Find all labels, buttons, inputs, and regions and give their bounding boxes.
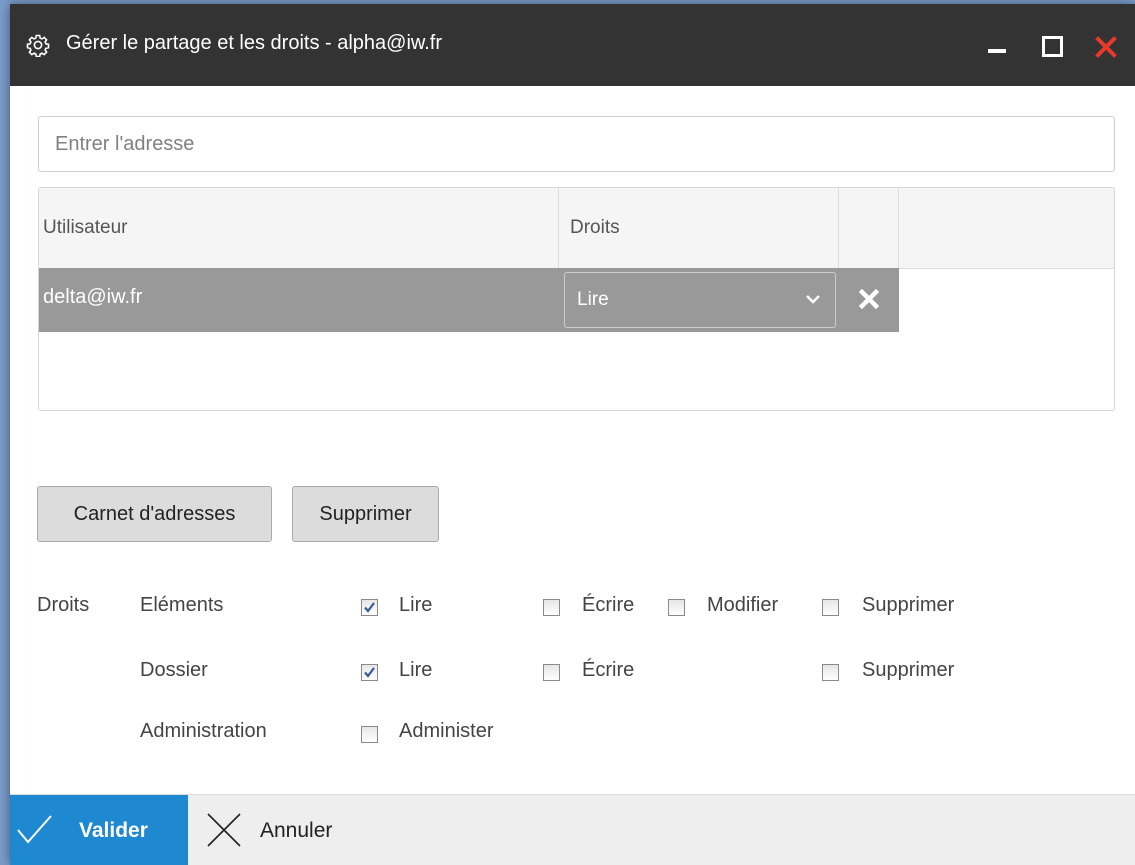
elements-write-label[interactable]: Écrire bbox=[582, 594, 634, 617]
administer-checkbox[interactable] bbox=[361, 726, 378, 743]
administer-label[interactable]: Administer bbox=[399, 720, 493, 743]
column-divider bbox=[838, 188, 839, 268]
dialog-title: Gérer le partage et les droits - alpha@i… bbox=[66, 32, 443, 54]
elements-delete-label[interactable]: Supprimer bbox=[862, 594, 954, 617]
elements-write-checkbox[interactable] bbox=[543, 599, 560, 616]
maximize-button[interactable] bbox=[1032, 26, 1072, 66]
elements-modify-checkbox[interactable] bbox=[668, 599, 685, 616]
gear-icon bbox=[26, 34, 50, 57]
close-icon bbox=[207, 813, 241, 847]
delete-button[interactable]: Supprimer bbox=[292, 486, 439, 542]
elements-label: Eléments bbox=[140, 594, 224, 616]
title-bar: Gérer le partage et les droits - alpha@i… bbox=[10, 4, 1135, 86]
folder-read-label[interactable]: Lire bbox=[399, 659, 432, 682]
elements-delete-checkbox[interactable] bbox=[822, 599, 839, 616]
folder-label: Dossier bbox=[140, 659, 208, 681]
folder-write-checkbox[interactable] bbox=[543, 664, 560, 681]
rights-select[interactable]: Lire bbox=[564, 272, 836, 328]
validate-label: Valider bbox=[79, 819, 148, 842]
elements-read-label[interactable]: Lire bbox=[399, 594, 432, 617]
column-divider bbox=[558, 188, 559, 268]
minimize-icon bbox=[988, 49, 1006, 53]
users-grid: Utilisateur Droits delta@iw.fr Lire bbox=[38, 187, 1115, 411]
address-input[interactable] bbox=[38, 116, 1115, 172]
rights-label: Droits bbox=[37, 594, 90, 616]
checkmark-icon bbox=[364, 602, 375, 613]
address-book-button[interactable]: Carnet d'adresses bbox=[37, 486, 272, 542]
validate-button[interactable]: Valider bbox=[10, 795, 188, 865]
column-header-user[interactable]: Utilisateur bbox=[43, 217, 127, 239]
grid-header: Utilisateur Droits bbox=[39, 188, 1114, 269]
checkmark-icon bbox=[364, 667, 375, 678]
cancel-label: Annuler bbox=[260, 819, 333, 842]
row-user-email: delta@iw.fr bbox=[43, 286, 143, 308]
close-button[interactable] bbox=[1086, 26, 1126, 66]
dialog-footer: Valider Annuler bbox=[10, 794, 1135, 865]
folder-write-label[interactable]: Écrire bbox=[582, 659, 634, 682]
folder-read-checkbox[interactable] bbox=[361, 664, 378, 681]
share-rights-dialog: Gérer le partage et les droits - alpha@i… bbox=[10, 4, 1135, 865]
elements-read-checkbox[interactable] bbox=[361, 599, 378, 616]
remove-row-icon[interactable] bbox=[856, 286, 882, 312]
cancel-button[interactable]: Annuler bbox=[188, 795, 358, 865]
checkmark-icon bbox=[17, 815, 52, 844]
column-divider bbox=[898, 188, 899, 268]
chevron-down-icon bbox=[806, 295, 820, 304]
administration-label: Administration bbox=[140, 720, 267, 742]
column-header-rights[interactable]: Droits bbox=[570, 217, 620, 239]
minimize-button[interactable] bbox=[977, 26, 1017, 66]
elements-modify-label[interactable]: Modifier bbox=[707, 594, 778, 617]
table-row[interactable]: delta@iw.fr Lire bbox=[39, 268, 899, 332]
rights-select-value: Lire bbox=[577, 289, 609, 310]
close-icon bbox=[1095, 36, 1117, 58]
folder-delete-checkbox[interactable] bbox=[822, 664, 839, 681]
maximize-icon bbox=[1042, 36, 1063, 57]
folder-delete-label[interactable]: Supprimer bbox=[862, 659, 954, 682]
